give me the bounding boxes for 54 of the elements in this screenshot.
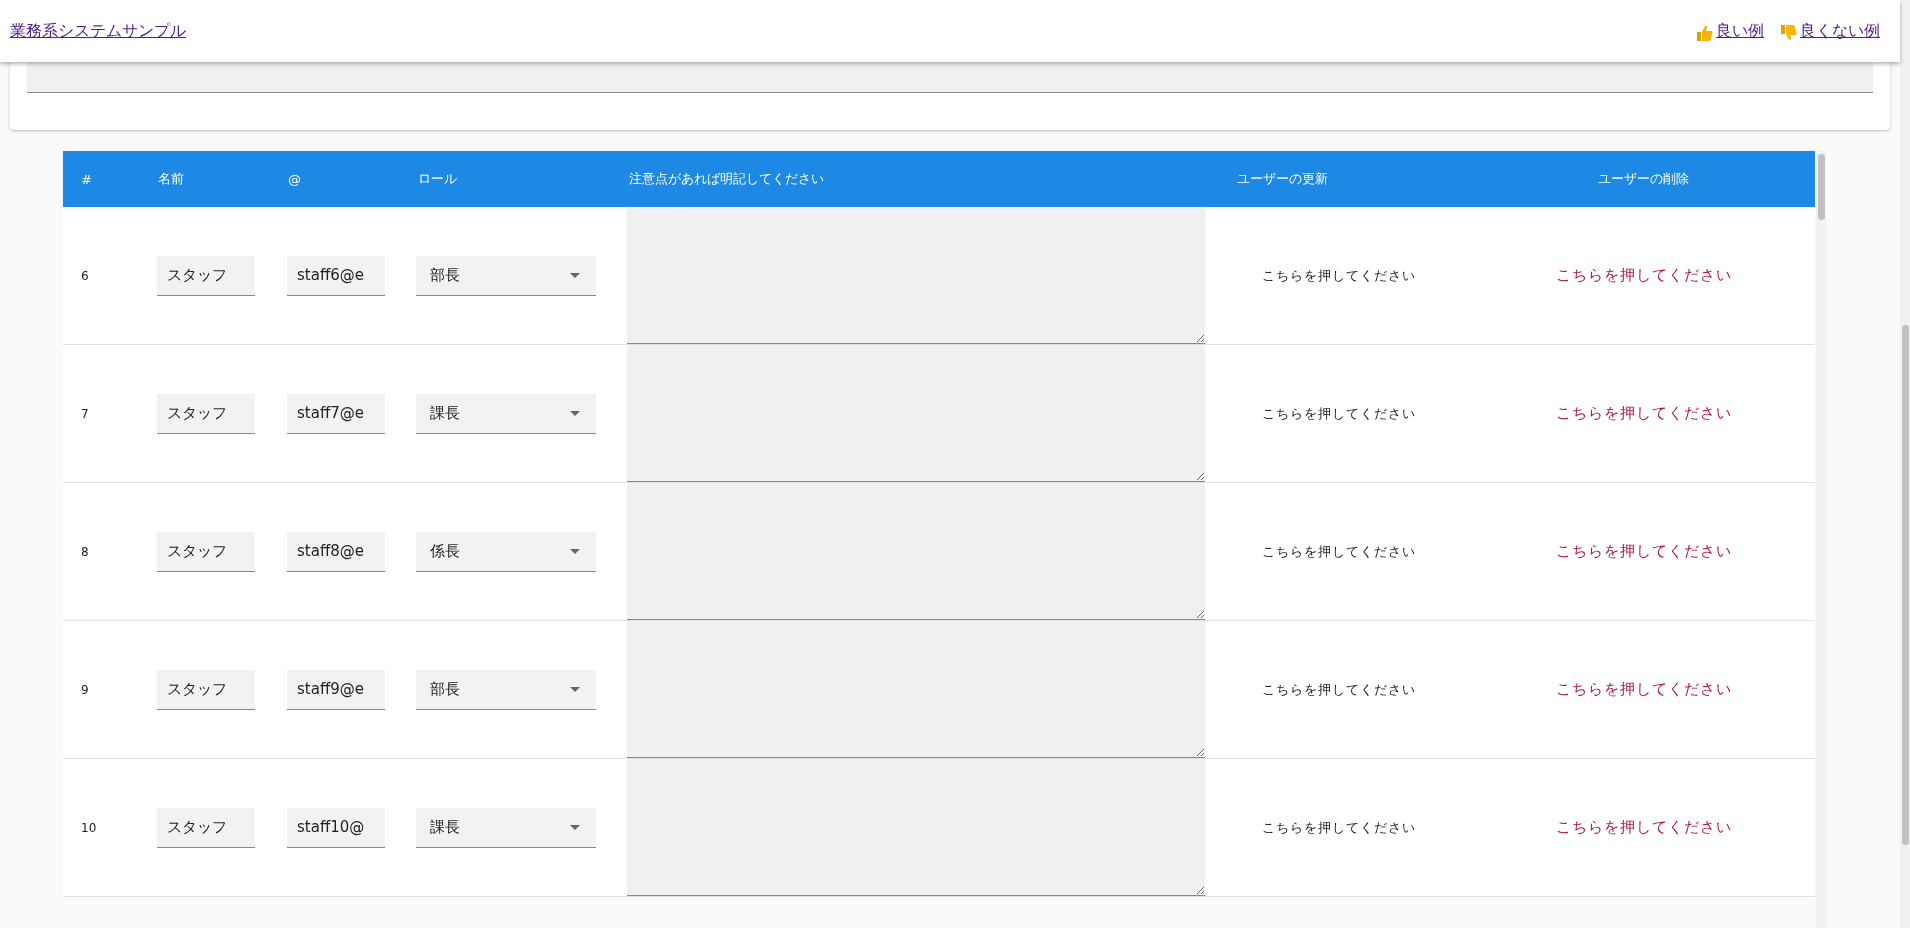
delete-button[interactable]: こちらを押してください xyxy=(1543,810,1744,845)
role-dropdown[interactable]: 課長 xyxy=(416,393,596,434)
name-field[interactable]: スタッフ xyxy=(157,255,255,296)
role-dropdown[interactable]: 部長 xyxy=(416,669,596,710)
column-header: @ xyxy=(287,171,302,187)
update-button[interactable]: こちらを押してください xyxy=(1249,672,1428,707)
role-dropdown[interactable]: 課長 xyxy=(416,807,596,848)
row-number: 7 xyxy=(80,406,90,421)
notes-field[interactable] xyxy=(627,621,1205,758)
role-dropdown[interactable]: 係長 xyxy=(416,531,596,572)
row-number: 6 xyxy=(80,268,90,283)
email-field[interactable]: staff8@e xyxy=(287,531,385,572)
column-header: # xyxy=(80,171,93,187)
caret-icon xyxy=(570,548,580,554)
row-number: 9 xyxy=(80,682,90,697)
notes-field[interactable] xyxy=(627,483,1205,620)
email-field[interactable]: staff7@e xyxy=(287,393,385,434)
email-field[interactable]: staff10@ xyxy=(287,807,385,848)
caret-icon xyxy=(570,410,580,416)
good-example-link[interactable]: 良い例 xyxy=(1696,20,1764,42)
delete-button[interactable]: こちらを押してください xyxy=(1543,672,1744,707)
delete-button[interactable]: こちらを押してください xyxy=(1543,534,1744,569)
delete-button[interactable]: こちらを押してください xyxy=(1543,258,1744,293)
update-button[interactable]: こちらを押してください xyxy=(1249,810,1428,845)
caret-icon xyxy=(570,686,580,692)
scrollbar-thumb[interactable] xyxy=(1818,154,1825,220)
thumbs-down-icon xyxy=(1780,23,1798,42)
update-button[interactable]: こちらを押してください xyxy=(1249,396,1428,431)
name-field[interactable]: スタッフ xyxy=(157,393,255,434)
caret-icon xyxy=(570,824,580,830)
dropdown-field[interactable] xyxy=(27,62,1873,93)
thumbs-up-icon xyxy=(1696,23,1714,42)
row-number: 8 xyxy=(80,544,90,559)
column-header: ユーザーの削除 xyxy=(1597,170,1690,188)
app-title-link[interactable]: 業務系システムサンプル xyxy=(10,20,186,42)
scrollbar-thumb[interactable] xyxy=(1902,325,1909,845)
caret-icon xyxy=(570,272,580,278)
update-button[interactable]: こちらを押してください xyxy=(1249,534,1428,569)
update-button[interactable]: こちらを押してください xyxy=(1249,258,1428,293)
delete-button[interactable]: こちらを押してください xyxy=(1543,396,1744,431)
notes-field[interactable] xyxy=(627,345,1205,482)
notes-field[interactable] xyxy=(627,759,1205,896)
email-field[interactable]: staff9@e xyxy=(287,669,385,710)
column-header: 名前 xyxy=(157,170,185,188)
email-field[interactable]: staff6@e xyxy=(287,255,385,296)
column-header: ユーザーの更新 xyxy=(1236,170,1329,188)
name-field[interactable]: スタッフ xyxy=(157,531,255,572)
role-dropdown[interactable]: 部長 xyxy=(416,255,596,296)
notes-field[interactable] xyxy=(627,207,1205,344)
column-header: ロール xyxy=(417,170,458,188)
row-number: 10 xyxy=(80,820,98,835)
name-field[interactable]: スタッフ xyxy=(157,807,255,848)
column-header: 注意点があれば明記してください xyxy=(628,170,825,188)
name-field[interactable]: スタッフ xyxy=(157,669,255,710)
